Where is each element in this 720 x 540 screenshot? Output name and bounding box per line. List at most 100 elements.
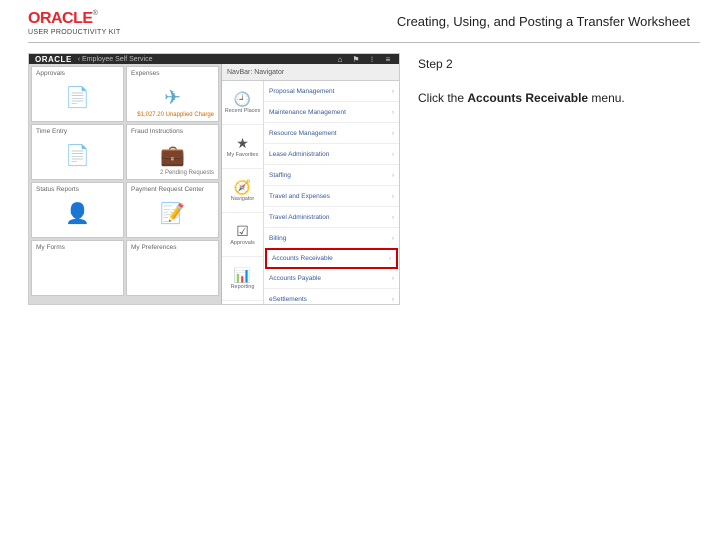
step-label: Step 2: [418, 57, 700, 71]
chevron-right-icon: ›: [392, 88, 394, 95]
home-icon[interactable]: ⌂: [335, 54, 345, 64]
nav-item[interactable]: eSettlements ›: [264, 289, 399, 305]
instruction-line: Click the Accounts Receivable menu.: [418, 91, 700, 105]
actions-icon[interactable]: ⁝: [367, 54, 377, 64]
nav-item-label: Maintenance Management: [269, 109, 346, 116]
nav-item-label: Travel Administration: [269, 214, 329, 221]
navbar-shortcut-label: Approvals: [230, 241, 254, 247]
nav-item[interactable]: Staffing ›: [264, 165, 399, 186]
navbar-shortcut-label: Reporting: [231, 285, 255, 291]
nav-item[interactable]: Maintenance Management ›: [264, 102, 399, 123]
tile-icon: ✈: [164, 85, 181, 110]
tile-label: Payment Request Center: [131, 186, 214, 193]
navbar-shortcut-icon: 🕘: [234, 91, 251, 108]
homepage-tile[interactable]: Payment Request Center 📝: [126, 182, 219, 238]
tile-label: Status Reports: [36, 186, 119, 193]
navbar-shortcut-label: Recent Places: [225, 109, 260, 115]
homepage-tile[interactable]: My Forms: [31, 240, 124, 296]
navbar-shortcut[interactable]: ★My Favorites: [222, 125, 263, 169]
navbar-shortcut-label: Navigator: [231, 197, 255, 203]
homepage-tile[interactable]: Approvals 📄: [31, 66, 124, 122]
navbar-panel: NavBar: Navigator 🕘Recent Places★My Favo…: [221, 64, 399, 305]
nav-item[interactable]: Lease Administration ›: [264, 144, 399, 165]
navbar-body: 🕘Recent Places★My Favorites🧭Navigator☑Ap…: [222, 81, 399, 305]
homepage-tile[interactable]: Status Reports 👤: [31, 182, 124, 238]
instruction-post: menu.: [588, 91, 625, 105]
chevron-right-icon: ›: [392, 296, 394, 303]
nav-item-label: Accounts Receivable: [272, 255, 333, 262]
chevron-right-icon: ›: [392, 130, 394, 137]
navbar-menu-list: Proposal Management›Maintenance Manageme…: [264, 81, 399, 305]
app-topbar: ORACLE ‹ Employee Self Service ⌂ ⚑ ⁝ ≡: [29, 54, 399, 64]
nav-item[interactable]: Travel Administration ›: [264, 207, 399, 228]
navbar-icon-column: 🕘Recent Places★My Favorites🧭Navigator☑Ap…: [222, 81, 264, 305]
nav-item[interactable]: Billing ›: [264, 228, 399, 249]
nav-item-label: Resource Management: [269, 130, 337, 137]
chevron-right-icon: ›: [392, 235, 394, 242]
tile-icon: 📄: [65, 143, 90, 168]
nav-item[interactable]: Proposal Management ›: [264, 81, 399, 102]
tile-icon: 👤: [65, 201, 90, 226]
tile-label: Fraud Instructions: [131, 128, 214, 135]
tile-footer: $1,027.20 Unapplied Charge: [137, 112, 214, 118]
logo-subtitle: USER PRODUCTIVITY KIT: [28, 29, 121, 37]
navbar-shortcut-icon: 🧭: [234, 179, 251, 196]
nav-item-label: Proposal Management: [269, 88, 334, 95]
homepage-tile[interactable]: My Preferences: [126, 240, 219, 296]
chevron-right-icon: ›: [392, 214, 394, 221]
tile-icon: 📄: [65, 85, 90, 110]
nav-item[interactable]: Travel and Expenses ›: [264, 186, 399, 207]
instruction-pre: Click the: [418, 91, 467, 105]
tile-label: My Preferences: [131, 244, 214, 251]
page-header: ORACLE® USER PRODUCTIVITY KIT Creating, …: [0, 0, 720, 42]
navbar-shortcut[interactable]: 🧭Navigator: [222, 169, 263, 213]
chevron-right-icon: ›: [392, 109, 394, 116]
navbar-shortcut-label: My Favorites: [227, 153, 258, 159]
nav-item[interactable]: Accounts Payable ›: [264, 268, 399, 289]
navbar-shortcut-icon: ★: [236, 135, 249, 152]
homepage-tile[interactable]: Fraud Instructions 💼 2 Pending Requests: [126, 124, 219, 180]
nav-item-label: Staffing: [269, 172, 291, 179]
nav-item-label: Lease Administration: [269, 151, 329, 158]
flag-icon[interactable]: ⚑: [351, 54, 361, 64]
tile-label: Time Entry: [36, 128, 119, 135]
instruction-bold: Accounts Receivable: [467, 91, 588, 105]
tile-footer: 2 Pending Requests: [160, 170, 214, 176]
chevron-right-icon: ›: [392, 151, 394, 158]
nav-item[interactable]: Resource Management ›: [264, 123, 399, 144]
nav-item-label: Travel and Expenses: [269, 193, 330, 200]
nav-item-label: Accounts Payable: [269, 275, 321, 282]
tile-icon: 📝: [160, 201, 185, 226]
navbar-shortcut[interactable]: ☑Approvals: [222, 213, 263, 257]
navbar-header: NavBar: Navigator: [222, 64, 399, 81]
instruction-column: Step 2 Click the Accounts Receivable men…: [418, 53, 700, 305]
logo-trademark: ®: [93, 10, 98, 17]
homepage-tile[interactable]: Expenses ✈ $1,027.20 Unapplied Charge: [126, 66, 219, 122]
app-screenshot: ORACLE ‹ Employee Self Service ⌂ ⚑ ⁝ ≡ A…: [28, 53, 400, 305]
divider: [28, 42, 700, 43]
navbar-shortcut[interactable]: 📊Reporting: [222, 257, 263, 301]
app-body: Approvals 📄 Expenses ✈ $1,027.20 Unapplied C…: [29, 64, 399, 305]
oracle-logo: ORACLE® USER PRODUCTIVITY KIT: [28, 10, 121, 36]
chevron-right-icon: ›: [392, 275, 394, 282]
tile-label: Approvals: [36, 70, 119, 77]
tile-grid: Approvals 📄 Expenses ✈ $1,027.20 Unapplied C…: [29, 64, 221, 305]
app-brand: ORACLE: [35, 55, 72, 64]
app-breadcrumb: ‹ Employee Self Service: [78, 56, 329, 63]
tile-label: My Forms: [36, 244, 119, 251]
content-row: ORACLE ‹ Employee Self Service ⌂ ⚑ ⁝ ≡ A…: [0, 47, 720, 305]
navbar-shortcut[interactable]: 🕘Recent Places: [222, 81, 263, 125]
navbar-shortcut-icon: 📊: [234, 267, 251, 284]
navbar-icon[interactable]: ≡: [383, 54, 393, 64]
chevron-right-icon: ›: [392, 193, 394, 200]
navbar-shortcut-icon: ☑: [236, 223, 249, 240]
homepage-tile[interactable]: Time Entry 📄: [31, 124, 124, 180]
chevron-right-icon: ›: [392, 172, 394, 179]
logo-text: ORACLE: [28, 10, 93, 27]
nav-item-label: Billing: [269, 235, 286, 242]
page-title: Creating, Using, and Posting a Transfer …: [397, 10, 690, 29]
nav-item-label: eSettlements: [269, 296, 307, 303]
tile-icon: 💼: [160, 143, 185, 168]
tile-label: Expenses: [131, 70, 214, 77]
nav-item-accounts-receivable[interactable]: Accounts Receivable›: [265, 248, 398, 269]
